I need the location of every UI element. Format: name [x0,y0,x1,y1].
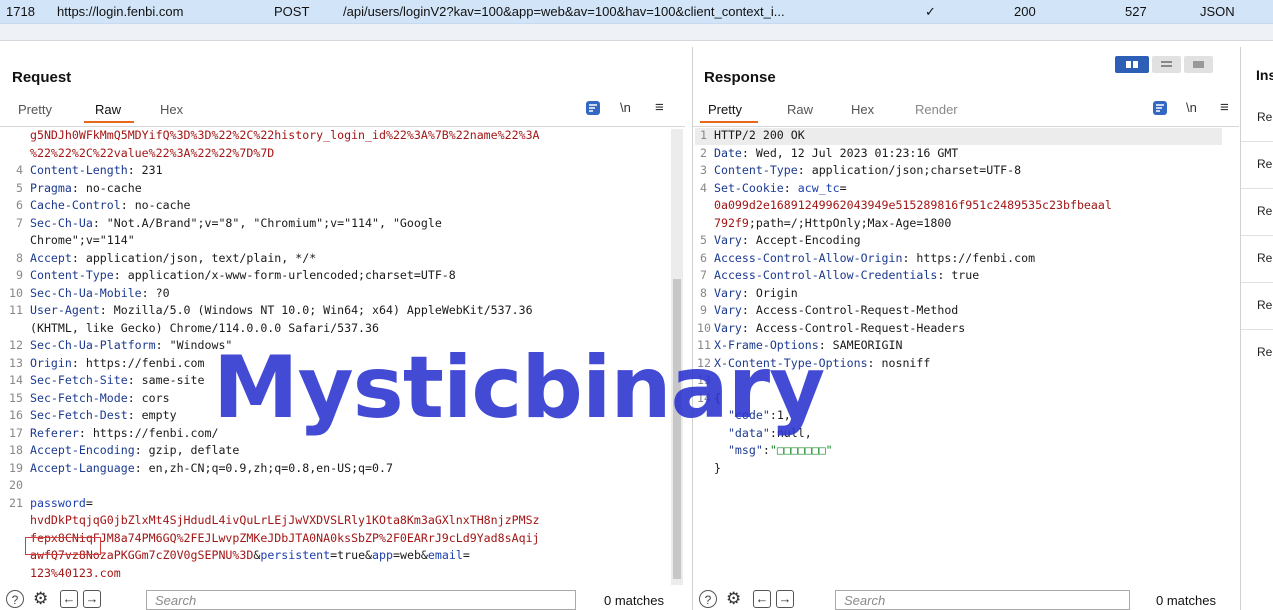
request-search-bar: ? ⚙ ← → Search 0 matches [0,589,685,610]
match-count: 0 matches [604,593,664,608]
help-icon[interactable]: ? [699,590,717,608]
search-input[interactable]: Search [835,590,1130,610]
tab-raw[interactable]: Raw [787,102,813,117]
tab-pretty[interactable]: Pretty [708,102,742,117]
response-panel: Response Pretty Raw Hex Render \n ≡ 1 HT… [692,47,1239,610]
inspector-row[interactable]: Re [1241,142,1273,189]
inspector-row[interactable]: Re [1241,330,1273,376]
history-row-selected[interactable]: 1718 https://login.fenbi.com POST /api/u… [0,0,1273,24]
history-length: 527 [1125,4,1147,19]
history-url: /api/users/loginV2?kav=100&app=web&av=10… [343,4,785,19]
menu-icon[interactable]: ≡ [1220,99,1229,116]
tab-hex[interactable]: Hex [160,102,183,117]
inspector-panel: Ins Re Re Re Re Re Re [1240,47,1273,610]
help-icon[interactable]: ? [6,590,24,608]
inspector-row[interactable]: Re [1241,189,1273,236]
request-title: Request [12,69,72,86]
back-arrow-icon[interactable]: ← [753,590,771,608]
split-view-button[interactable] [1115,56,1149,73]
response-title: Response [704,69,776,86]
tab-render[interactable]: Render [915,102,958,117]
history-host: https://login.fenbi.com [57,4,184,19]
search-input[interactable]: Search [146,590,576,610]
history-status: 200 [1014,4,1036,19]
request-panel: Request Pretty Raw Hex \n ≡ g5NDJh0WFkMm… [0,47,685,610]
back-arrow-icon[interactable]: ← [60,590,78,608]
newline-toggle[interactable]: \n [620,100,631,115]
gear-icon[interactable]: ⚙ [726,589,741,609]
tab-hex[interactable]: Hex [851,102,874,117]
history-horizontal-scrollbar[interactable] [0,24,1273,41]
watermark-text: Mysticbinary [213,338,825,438]
match-count: 0 matches [1156,593,1216,608]
gear-icon[interactable]: ⚙ [33,589,48,609]
inspector-row[interactable]: Re [1241,236,1273,283]
history-mime: JSON [1200,4,1235,19]
forward-arrow-icon[interactable]: → [83,590,101,608]
history-check: ✓ [925,4,936,19]
tab-raw[interactable]: Raw [95,102,121,117]
response-search-bar: ? ⚙ ← → Search 0 matches [693,589,1239,610]
menu-icon[interactable]: ≡ [655,99,664,116]
history-id: 1718 [6,4,35,19]
active-tab-indicator [700,121,758,123]
wrap-icon[interactable] [586,101,600,115]
history-method: POST [274,4,310,19]
horizontal-view-button[interactable] [1152,56,1181,73]
newline-toggle[interactable]: \n [1186,100,1197,115]
inspector-row[interactable]: Re [1241,95,1273,142]
active-tab-indicator [84,121,134,123]
inspector-row[interactable]: Re [1241,283,1273,330]
inspector-title: Ins [1256,67,1273,83]
tab-pretty[interactable]: Pretty [18,102,52,117]
password-highlight-box [25,537,101,555]
single-view-button[interactable] [1184,56,1213,73]
forward-arrow-icon[interactable]: → [776,590,794,608]
wrap-icon[interactable] [1153,101,1167,115]
